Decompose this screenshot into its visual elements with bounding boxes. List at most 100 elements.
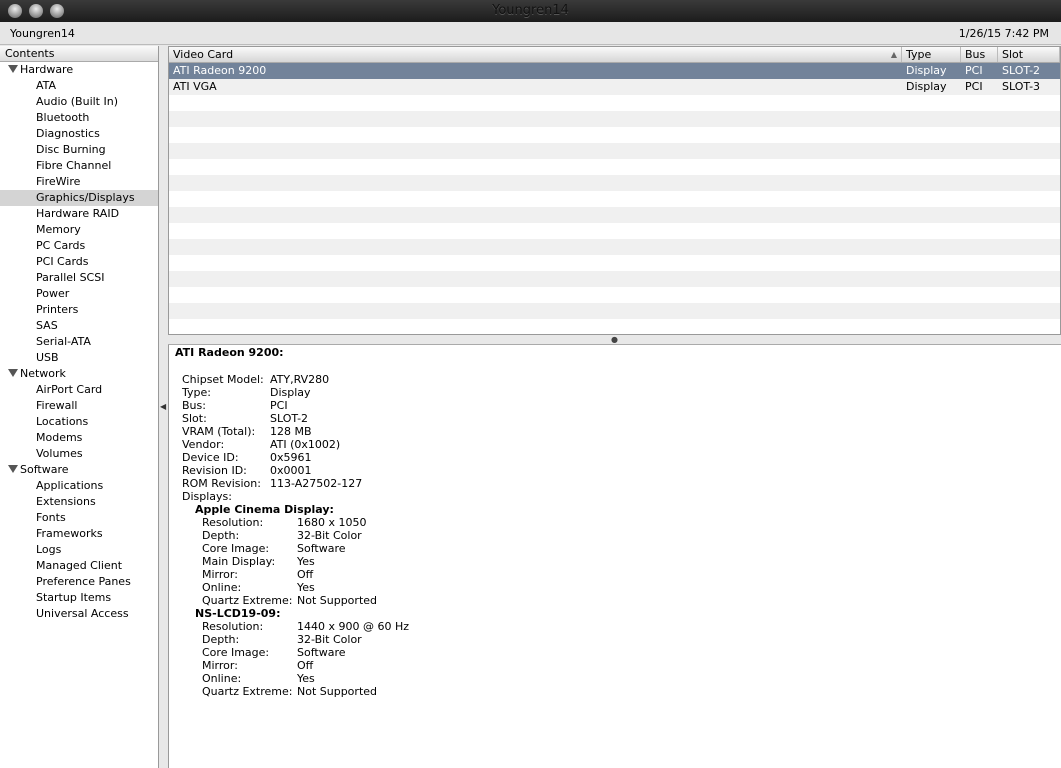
sidebar-group-software[interactable]: Software <box>0 462 158 478</box>
table-cell: SLOT-2 <box>1002 64 1041 77</box>
table-row[interactable] <box>169 255 1060 271</box>
sidebar-item[interactable]: Preference Panes <box>0 574 158 590</box>
table-cell <box>961 143 998 159</box>
table-row[interactable] <box>169 111 1060 127</box>
collapse-sidebar-icon[interactable]: ◀ <box>160 402 166 411</box>
table-cell <box>902 271 961 287</box>
table-cell <box>169 175 902 191</box>
table-cell: Display <box>906 64 947 77</box>
splitter-handle[interactable]: ● <box>168 335 1061 345</box>
table-row[interactable]: ATI VGA Display PCI SLOT-3 <box>169 79 1060 95</box>
sidebar-item[interactable]: ATA <box>0 78 158 94</box>
sidebar-item[interactable]: Fibre Channel <box>0 158 158 174</box>
sidebar-item[interactable]: Locations <box>0 414 158 430</box>
table-cell <box>998 303 1060 319</box>
contents-sidebar[interactable]: Contents Hardware ATA Audio (Built In) Blue… <box>0 46 159 768</box>
table-row[interactable] <box>169 127 1060 143</box>
title-bar: Youngren14 <box>0 0 1061 22</box>
field-label: Chipset Model: <box>182 373 264 386</box>
table-row[interactable] <box>169 287 1060 303</box>
sidebar-item[interactable]: Frameworks <box>0 526 158 542</box>
table-cell: PCI <box>965 80 983 93</box>
column-header-video-card[interactable]: Video Card ▲ <box>169 47 902 62</box>
zoom-button[interactable] <box>50 4 64 18</box>
disclosure-triangle-icon[interactable] <box>8 65 18 73</box>
minimize-button[interactable] <box>29 4 43 18</box>
sidebar-item[interactable]: Applications <box>0 478 158 494</box>
column-header-slot[interactable]: Slot <box>998 47 1060 62</box>
table-row[interactable] <box>169 175 1060 191</box>
table-row[interactable] <box>169 143 1060 159</box>
disclosure-triangle-icon[interactable] <box>8 465 18 473</box>
sidebar-item[interactable]: Diagnostics <box>0 126 158 142</box>
sidebar-item[interactable]: Volumes <box>0 446 158 462</box>
table-cell <box>998 111 1060 127</box>
sidebar-item[interactable]: Managed Client <box>0 558 158 574</box>
field-label: Quartz Extreme: <box>202 594 293 607</box>
sidebar-item[interactable]: Printers <box>0 302 158 318</box>
field-label: Resolution: <box>202 516 264 529</box>
table-cell <box>169 239 902 255</box>
close-button[interactable] <box>8 4 22 18</box>
table-cell <box>902 303 961 319</box>
table-cell <box>998 159 1060 175</box>
sidebar-item[interactable]: Firewall <box>0 398 158 414</box>
contents-header: Contents <box>0 46 158 62</box>
sidebar-item[interactable]: Power <box>0 286 158 302</box>
video-card-table[interactable]: Video Card ▲ Type Bus Slot ATI Radeon 9200 Dis… <box>168 46 1061 335</box>
table-cell <box>998 319 1060 334</box>
sidebar-item[interactable]: Modems <box>0 430 158 446</box>
field-label: VRAM (Total): <box>182 425 256 438</box>
sidebar-item[interactable]: USB <box>0 350 158 366</box>
sidebar-item[interactable]: Extensions <box>0 494 158 510</box>
field-label: Device ID: <box>182 451 239 464</box>
table-row[interactable] <box>169 303 1060 319</box>
sort-ascending-icon: ▲ <box>890 50 897 59</box>
sidebar-group-network[interactable]: Network <box>0 366 158 382</box>
table-row[interactable] <box>169 207 1060 223</box>
table-row[interactable] <box>169 319 1060 334</box>
sidebar-item[interactable]: Graphics/Displays <box>0 190 158 206</box>
table-row[interactable] <box>169 239 1060 255</box>
column-label: Type <box>906 48 932 61</box>
table-row[interactable] <box>169 95 1060 111</box>
table-cell: SLOT-3 <box>1002 80 1041 93</box>
table-cell <box>902 111 961 127</box>
column-header-bus[interactable]: Bus <box>961 47 998 62</box>
field-label: Online: <box>202 672 242 685</box>
field-label: Mirror: <box>202 568 238 581</box>
table-row[interactable] <box>169 159 1060 175</box>
sidebar-item[interactable]: Bluetooth <box>0 110 158 126</box>
field-value: 0x0001 <box>270 464 312 477</box>
sidebar-item[interactable]: Fonts <box>0 510 158 526</box>
sidebar-item[interactable]: Memory <box>0 222 158 238</box>
sidebar-item[interactable]: Parallel SCSI <box>0 270 158 286</box>
sidebar-item[interactable]: PCI Cards <box>0 254 158 270</box>
field-value: 128 MB <box>270 425 312 438</box>
table-row[interactable]: ATI Radeon 9200 Display PCI SLOT-2 <box>169 63 1060 79</box>
table-header: Video Card ▲ Type Bus Slot <box>169 47 1060 63</box>
sidebar-item[interactable]: Serial-ATA <box>0 334 158 350</box>
sidebar-item[interactable]: PC Cards <box>0 238 158 254</box>
sidebar-item[interactable]: SAS <box>0 318 158 334</box>
table-cell <box>998 127 1060 143</box>
column-header-type[interactable]: Type <box>902 47 961 62</box>
sidebar-item[interactable]: Disc Burning <box>0 142 158 158</box>
table-cell <box>902 143 961 159</box>
sidebar-item[interactable]: Startup Items <box>0 590 158 606</box>
sidebar-item[interactable]: AirPort Card <box>0 382 158 398</box>
table-cell <box>169 191 902 207</box>
sidebar-item[interactable]: Logs <box>0 542 158 558</box>
sidebar-item[interactable]: Hardware RAID <box>0 206 158 222</box>
table-row[interactable] <box>169 223 1060 239</box>
sidebar-group-hardware[interactable]: Hardware <box>0 62 158 78</box>
disclosure-triangle-icon[interactable] <box>8 369 18 377</box>
sidebar-item[interactable]: FireWire <box>0 174 158 190</box>
field-label: Revision ID: <box>182 464 247 477</box>
table-row[interactable] <box>169 191 1060 207</box>
sidebar-item[interactable]: Audio (Built In) <box>0 94 158 110</box>
table-cell <box>961 159 998 175</box>
table-row[interactable] <box>169 271 1060 287</box>
table-cell <box>169 223 902 239</box>
sidebar-item[interactable]: Universal Access <box>0 606 158 622</box>
